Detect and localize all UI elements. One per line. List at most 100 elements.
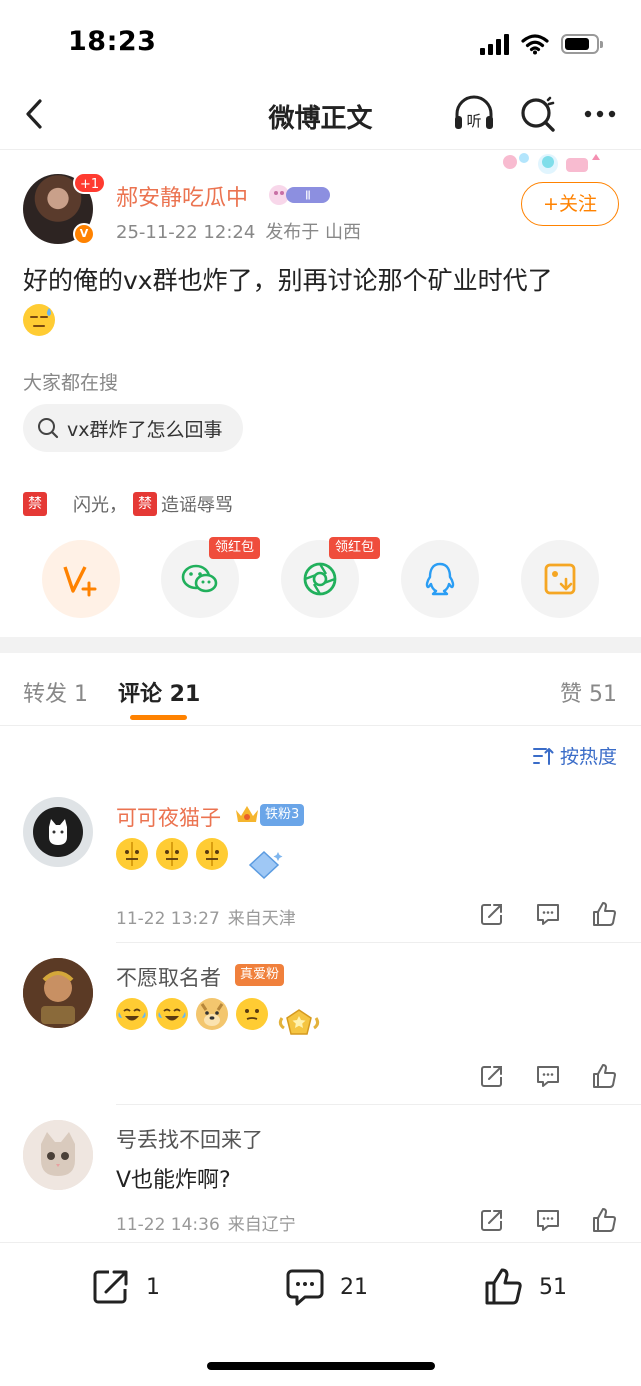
repost-icon[interactable] (478, 1062, 506, 1090)
share-weibo-button[interactable] (42, 540, 120, 618)
monkey-king-avatar-icon (23, 958, 93, 1028)
sort-label: 按热度 (559, 746, 617, 768)
more-icon[interactable] (580, 94, 620, 134)
bottom-repost-button[interactable]: 1 (90, 1265, 160, 1309)
search-suggestion-chip[interactable]: vx群炸了怎么回事 (23, 404, 243, 452)
comment-actions (478, 1206, 618, 1234)
comment-icon[interactable] (534, 900, 562, 928)
fan-level-badge: 铁粉3 (260, 804, 305, 826)
wechat-icon (181, 564, 218, 593)
gold-medal-sticker-icon (278, 1009, 320, 1035)
search-hint-label: 大家都在搜 (23, 372, 119, 394)
tag-fragment-1: 闪光， (73, 495, 127, 516)
nav-bar: 微博正文 听 (0, 80, 641, 150)
comment-username[interactable]: 可可夜猫子 (116, 802, 221, 832)
tab-like[interactable]: 赞 51 (560, 676, 617, 708)
like-icon[interactable] (590, 900, 618, 928)
comment-username[interactable]: 号丢找不回来了 (116, 1124, 263, 1154)
share-row: 领红包 领红包 (0, 537, 641, 620)
laugh-cry-emoji-icon (116, 998, 148, 1030)
comment-time: 11-22 14:36 (116, 1215, 220, 1235)
comment-icon (286, 1269, 324, 1306)
bottom-comment-count: 21 (340, 1274, 368, 1300)
laugh-cry-emoji-icon (156, 998, 188, 1030)
moderation-tags: 禁 闪光， 禁 造谣辱骂 (23, 490, 239, 518)
comment-meta: 11-22 14:36 来自辽宁 (116, 1210, 304, 1235)
kitten-avatar-icon (23, 1120, 93, 1190)
ban-icon: 禁 (133, 492, 157, 516)
moments-icon (303, 562, 337, 596)
comment-location: 来自辽宁 (227, 1215, 296, 1235)
bottom-repost-count: 1 (146, 1274, 160, 1300)
comment-icon[interactable] (534, 1062, 562, 1090)
post-meta: 25-11-22 12:24 发布于 山西 (116, 218, 371, 244)
like-icon[interactable] (590, 1206, 618, 1234)
hongbao-badge: 领红包 (329, 537, 381, 559)
hongbao-badge: 领红包 (209, 537, 261, 559)
home-indicator (207, 1362, 435, 1370)
thinking-emoji-icon (236, 998, 268, 1030)
post-location: 发布于 山西 (265, 222, 362, 243)
search-suggestion-text: vx群炸了怎么回事 (67, 418, 223, 441)
peek-emoji-icon (156, 838, 188, 870)
comment-text: V也能炸啊? (116, 1168, 231, 1193)
bottom-comment-button[interactable]: 21 (284, 1265, 368, 1309)
member-badge: Ⅱ (269, 185, 330, 205)
fan-level-badge: 真爱粉 (235, 964, 285, 986)
share-qq-button[interactable] (401, 540, 479, 618)
tag-fragment-2: 造谣辱骂 (161, 495, 233, 516)
weibo-repost-icon (63, 566, 97, 597)
battery-icon (561, 34, 603, 54)
comment-location: 来自天津 (227, 909, 296, 929)
comment-username[interactable]: 不愿取名者 (116, 962, 221, 992)
follow-button[interactable]: +关注 (521, 182, 619, 226)
status-icons (480, 30, 603, 58)
comment-avatar[interactable] (23, 1120, 93, 1190)
search-icon (38, 418, 59, 439)
comment-emoji-row (116, 998, 268, 1030)
sort-icon (532, 747, 554, 765)
member-badge-text: Ⅱ (305, 189, 311, 203)
comment-time: 11-22 13:27 (116, 909, 220, 929)
bottom-like-button[interactable]: 51 (483, 1265, 567, 1309)
signal-icon (480, 33, 509, 55)
comment-actions (478, 1062, 618, 1090)
comment-divider (116, 1104, 641, 1105)
search-icon[interactable] (518, 94, 558, 134)
cat-avatar-icon (33, 807, 83, 857)
section-divider (0, 637, 641, 653)
peek-emoji-icon (116, 838, 148, 870)
repost-icon (93, 1270, 128, 1304)
sweat-emoji-icon (23, 304, 55, 336)
comment-meta: 11-22 13:27 来自天津 (116, 904, 304, 929)
listen-icon[interactable]: 听 (452, 94, 496, 134)
save-image-button[interactable] (521, 540, 599, 618)
crown-icon (236, 806, 258, 822)
comment-avatar[interactable] (23, 797, 93, 867)
sort-button[interactable]: 按热度 (532, 742, 617, 769)
tab-comment[interactable]: 评论 21 (118, 676, 200, 708)
wifi-icon (521, 34, 549, 55)
status-time: 18:23 (68, 26, 157, 57)
status-bar: 18:23 (0, 0, 641, 80)
verified-badge: V (73, 223, 95, 245)
like-icon[interactable] (590, 1062, 618, 1090)
like-icon (485, 1268, 522, 1305)
peek-emoji-icon (196, 838, 228, 870)
ban-icon: 禁 (23, 492, 47, 516)
listen-label: 听 (466, 112, 481, 130)
comment-actions (478, 900, 618, 928)
comment-icon[interactable] (534, 1206, 562, 1234)
qq-icon (425, 562, 455, 596)
bottom-like-count: 51 (539, 1274, 567, 1300)
post-text: 好的俺的vx群也炸了，别再讨论那个矿业时代了 (23, 262, 623, 338)
repost-icon[interactable] (478, 900, 506, 928)
tab-repost[interactable]: 转发 1 (23, 676, 88, 708)
comment-emoji-row (116, 838, 228, 870)
comment-avatar[interactable] (23, 958, 93, 1028)
post-text-body: 好的俺的vx群也炸了，别再讨论那个矿业时代了 (23, 266, 553, 295)
battery-level (565, 38, 589, 50)
author-name[interactable]: 郝安静吃瓜中 (116, 180, 248, 212)
repost-icon[interactable] (478, 1206, 506, 1234)
post-time: 25-11-22 12:24 (116, 222, 256, 243)
